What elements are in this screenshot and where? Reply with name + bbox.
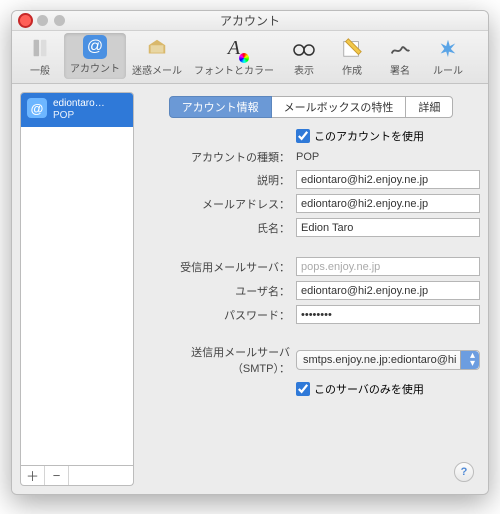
chevron-updown-icon: ▴▾ [470,352,475,368]
preferences-window: アカウント 一般 @ アカウント 迷惑メール A フォントとカラー [11,10,489,495]
zoom-icon [54,15,65,26]
accounts-sidebar: @ ediontaro… POP ＋ − [20,92,134,486]
password-field[interactable] [296,305,480,324]
rules-icon [435,35,461,61]
signature-icon [387,35,413,61]
close-icon[interactable] [20,15,31,26]
toolbar-label: アカウント [70,60,120,75]
glasses-icon [291,35,317,61]
compose-icon [339,35,365,61]
toolbar-item-composing[interactable]: 作成 [328,33,376,79]
toolbar-label: 署名 [390,62,410,77]
account-list[interactable]: @ ediontaro… POP [20,92,134,466]
fullname-field[interactable] [296,218,480,237]
incoming-server-label: 受信用メールサーバ： [142,259,290,275]
username-field[interactable] [296,281,480,300]
sidebar-footer: ＋ − [20,466,134,486]
remove-account-button[interactable]: − [45,466,69,485]
titlebar: アカウント [12,11,488,31]
at-icon: @ [27,98,47,118]
window-controls [20,15,65,26]
toolbar-label: 迷惑メール [132,62,182,77]
enable-account-label: このアカウントを使用 [314,128,424,144]
content-area: @ ediontaro… POP ＋ − アカウント情報 メールボックスの特性 … [12,84,488,494]
use-only-this-server-checkbox[interactable] [296,382,310,396]
account-type-label: アカウントの種類： [142,149,290,165]
add-account-button[interactable]: ＋ [21,466,45,485]
toolbar-item-fonts[interactable]: A フォントとカラー [188,33,280,79]
toolbar-item-junk[interactable]: 迷惑メール [126,33,188,79]
account-item-selected[interactable]: @ ediontaro… POP [21,93,133,127]
at-icon: @ [83,35,107,59]
smtp-server-select[interactable]: smtps.enjoy.ne.jp:ediontaro@hi ▴▾ [296,350,480,370]
toolbar-label: 作成 [342,62,362,77]
account-name: ediontaro… [53,98,105,110]
toolbar-item-general[interactable]: 一般 [16,33,64,79]
email-label: メールアドレス： [142,196,290,212]
tab-mailbox-behaviors[interactable]: メールボックスの特性 [271,96,407,118]
toolbar-item-accounts[interactable]: @ アカウント [64,33,126,79]
username-label: ユーザ名： [142,283,290,299]
password-label: パスワード： [142,307,290,323]
toolbar-label: 一般 [30,62,50,77]
window-title: アカウント [12,12,488,29]
tab-advanced[interactable]: 詳細 [405,96,453,118]
toolbar-label: ルール [433,62,463,77]
fullname-label: 氏名： [142,220,290,236]
help-button[interactable]: ? [454,462,474,482]
description-field[interactable] [296,170,480,189]
toolbar-item-viewing[interactable]: 表示 [280,33,328,79]
smtp-label: 送信用メールサーバ（SMTP）： [142,344,290,376]
toolbar-label: 表示 [294,62,314,77]
incoming-server-field [296,257,480,276]
segmented-tabs: アカウント情報 メールボックスの特性 詳細 [142,96,480,118]
tab-account-info[interactable]: アカウント情報 [169,96,272,118]
account-form: このアカウントを使用 アカウントの種類： POP 説明： メールアドレス： 氏名… [142,128,480,397]
account-type: POP [53,110,105,122]
switch-icon [27,35,53,61]
junk-icon [144,35,170,61]
toolbar: 一般 @ アカウント 迷惑メール A フォントとカラー 表示 [12,31,488,84]
description-label: 説明： [142,172,290,188]
fonts-icon: A [221,35,247,61]
toolbar-item-signatures[interactable]: 署名 [376,33,424,79]
account-detail-pane: アカウント情報 メールボックスの特性 詳細 このアカウントを使用 アカウントの種… [142,92,480,486]
smtp-server-value: smtps.enjoy.ne.jp:ediontaro@hi [303,354,459,366]
use-only-this-server-label: このサーバのみを使用 [314,381,424,397]
account-type-value: POP [296,151,480,163]
minimize-icon [37,15,48,26]
enable-account-checkbox[interactable] [296,129,310,143]
email-field[interactable] [296,194,480,213]
toolbar-item-rules[interactable]: ルール [424,33,472,79]
toolbar-label: フォントとカラー [194,62,274,77]
